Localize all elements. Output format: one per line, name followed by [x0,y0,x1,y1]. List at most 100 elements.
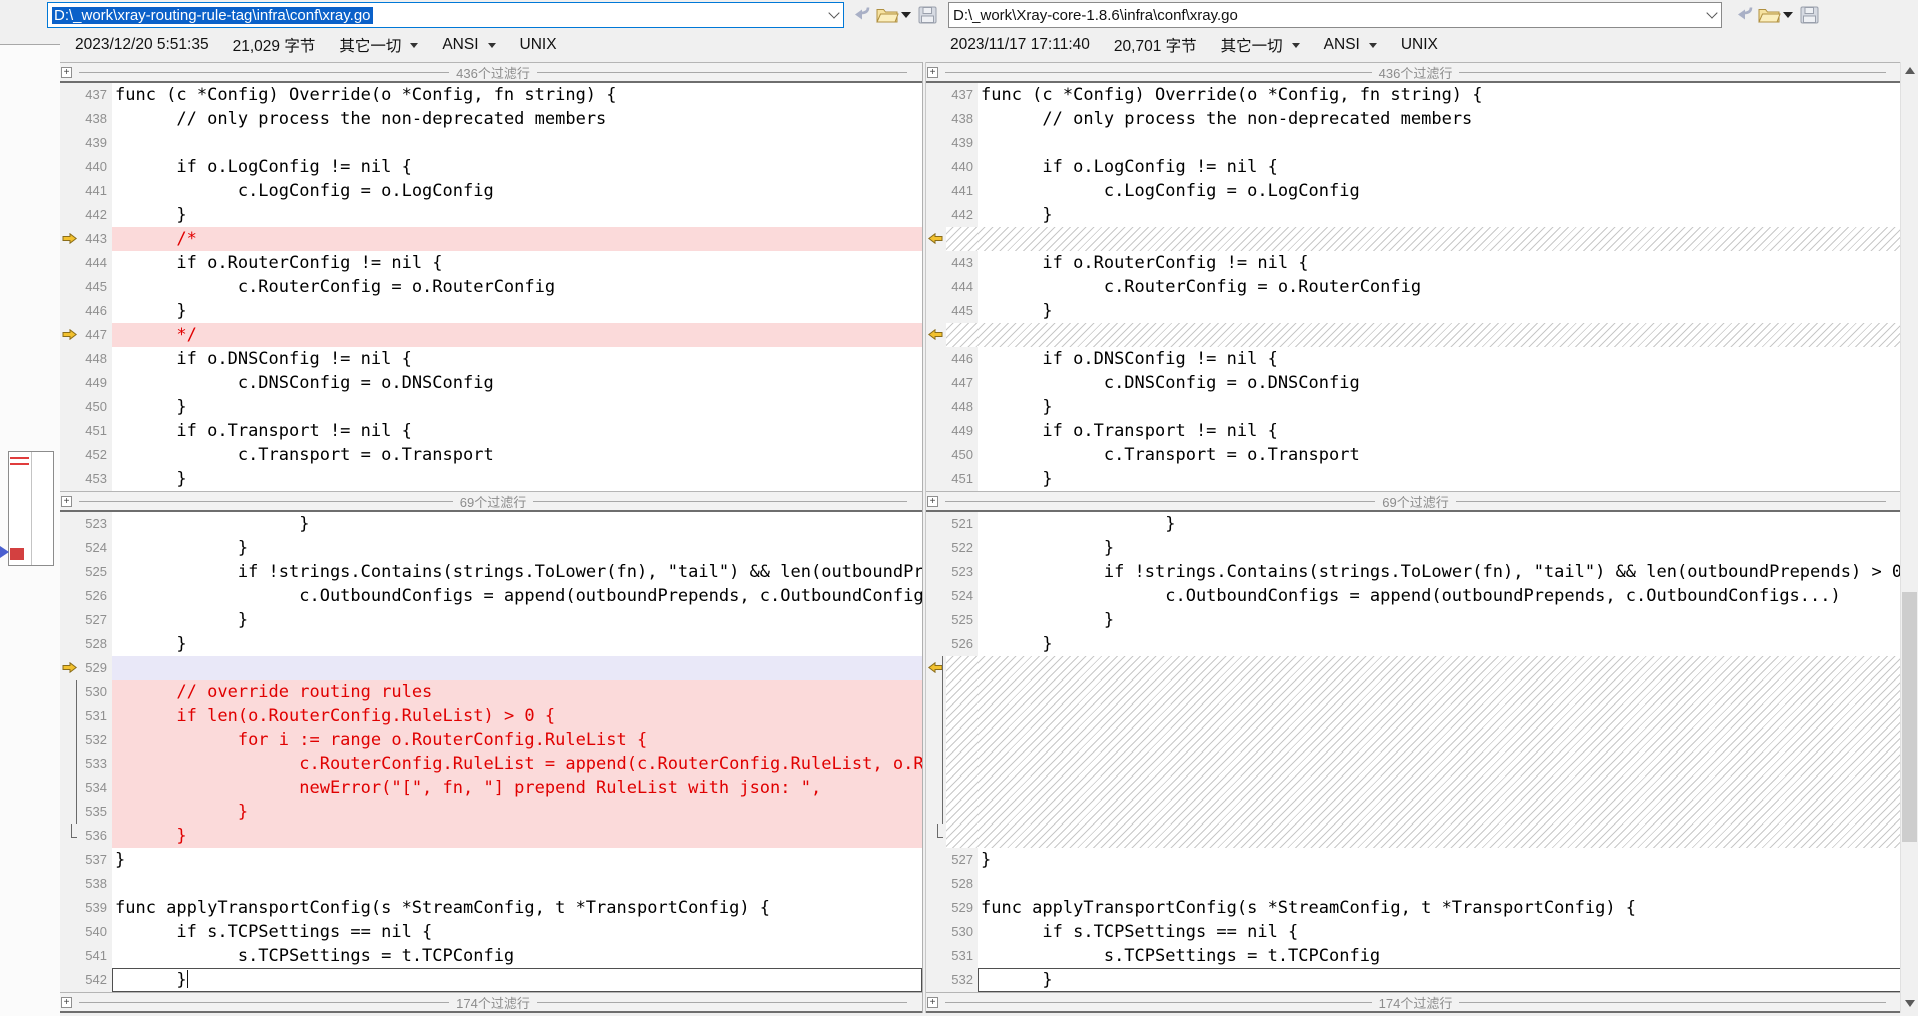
code-row[interactable]: 445 } [926,299,1901,323]
diff-code-row[interactable]: 443 /* [60,227,922,251]
code-row[interactable]: 437func (c *Config) Override(o *Config, … [926,83,1901,107]
browse-folder-button[interactable] [1757,5,1781,25]
diff-code-row[interactable]: 532 } [926,968,1901,992]
code-row[interactable]: 445 c.RouterConfig = o.RouterConfig [60,275,922,299]
code-row[interactable]: 443 if o.RouterConfig != nil { [926,251,1901,275]
filter-dropdown[interactable]: 其它一切 [339,34,418,56]
code-row[interactable]: 437func (c *Config) Override(o *Config, … [60,83,922,107]
code-row[interactable]: 441 c.LogConfig = o.LogConfig [926,179,1901,203]
missing-lines-row[interactable] [926,728,1901,752]
code-row[interactable]: 448 } [926,395,1901,419]
curved-arrow-button[interactable] [850,5,874,25]
missing-lines-row[interactable] [926,323,1901,347]
code-row[interactable]: 440 if o.LogConfig != nil { [60,155,922,179]
diff-code-row[interactable]: 536 } [60,824,922,848]
expand-filtered-lines-button[interactable]: + [61,496,72,507]
code-row[interactable]: 444 if o.RouterConfig != nil { [60,251,922,275]
code-row[interactable]: 528 } [60,632,922,656]
code-row[interactable]: 442 } [60,203,922,227]
missing-lines-row[interactable] [926,776,1901,800]
code-row[interactable]: 522 } [926,536,1901,560]
code-row[interactable]: 450 } [60,395,922,419]
missing-lines-row[interactable] [926,824,1901,848]
missing-lines-row[interactable] [926,800,1901,824]
code-row[interactable]: 526 } [926,632,1901,656]
diff-code-row[interactable]: 530 // override routing rules [60,680,922,704]
file-path-combobox-left[interactable]: D:\_work\xray-routing-rule-tag\infra\con… [47,2,844,28]
code-row[interactable]: 451 } [926,467,1901,491]
code-row[interactable]: 527} [926,848,1901,872]
browse-menu-button[interactable] [899,5,913,25]
browse-folder-button[interactable] [875,5,899,25]
diff-pane-left[interactable]: +436个过滤行437func (c *Config) Override(o *… [60,62,923,1013]
code-row[interactable]: 526 c.OutboundConfigs = append(outboundP… [60,584,922,608]
expand-filtered-lines-button[interactable]: + [927,67,938,78]
file-path-combobox-right[interactable]: D:\_work\Xray-core-1.8.6\infra\conf\xray… [948,2,1722,28]
scroll-up-button[interactable] [1901,62,1918,79]
code-row[interactable]: 438 // only process the non-deprecated m… [60,107,922,131]
filter-dropdown[interactable]: 其它一切 [1221,34,1300,56]
location-pane[interactable] [0,44,60,1016]
vertical-scrollbar[interactable] [1900,62,1918,1013]
missing-lines-row[interactable] [926,680,1901,704]
code-row[interactable]: 441 c.LogConfig = o.LogConfig [60,179,922,203]
diff-code-row[interactable]: 534 newError("[", fn, "] prepend RuleLis… [60,776,922,800]
expand-filtered-lines-button[interactable]: + [927,997,938,1008]
code-row[interactable]: 449 c.DNSConfig = o.DNSConfig [60,371,922,395]
missing-lines-row[interactable] [926,656,1901,680]
diff-code-row[interactable]: 535 } [60,800,922,824]
diff-code-row[interactable]: 531 if len(o.RouterConfig.RuleList) > 0 … [60,704,922,728]
expand-filtered-lines-button[interactable]: + [927,496,938,507]
code-row[interactable]: 537} [60,848,922,872]
code-row[interactable]: 448 if o.DNSConfig != nil { [60,347,922,371]
diff-code-row[interactable]: 533 c.RouterConfig.RuleList = append(c.R… [60,752,922,776]
code-row[interactable]: 449 if o.Transport != nil { [926,419,1901,443]
code-row[interactable]: 453 } [60,467,922,491]
diff-mark[interactable] [10,463,29,465]
code-row[interactable]: 539func applyTransportConfig(s *StreamCo… [60,896,922,920]
missing-lines-row[interactable] [926,704,1901,728]
code-row[interactable]: 530 if s.TCPSettings == nil { [926,920,1901,944]
code-row[interactable]: 541 s.TCPSettings = t.TCPConfig [60,944,922,968]
save-button[interactable] [1797,5,1821,25]
diff-code-row[interactable]: 447 */ [60,323,922,347]
code-row[interactable]: 528 [926,872,1901,896]
expand-filtered-lines-button[interactable]: + [61,67,72,78]
diff-code-row[interactable]: 529 [60,656,922,680]
code-row[interactable]: 438 // only process the non-deprecated m… [926,107,1901,131]
combo-dropdown-button[interactable] [825,3,843,27]
diff-code-row[interactable]: 542 } [60,968,922,992]
code-row[interactable]: 525 if !strings.Contains(strings.ToLower… [60,560,922,584]
diff-code-row[interactable]: 532 for i := range o.RouterConfig.RuleLi… [60,728,922,752]
code-row[interactable]: 446 } [60,299,922,323]
code-row[interactable]: 439 [926,131,1901,155]
missing-lines-row[interactable] [926,227,1901,251]
curved-arrow-button[interactable] [1733,5,1757,25]
code-row[interactable]: 440 if o.LogConfig != nil { [926,155,1901,179]
missing-lines-row[interactable] [926,752,1901,776]
code-row[interactable]: 452 c.Transport = o.Transport [60,443,922,467]
code-row[interactable]: 529func applyTransportConfig(s *StreamCo… [926,896,1901,920]
diff-mark[interactable] [10,457,29,459]
scroll-down-button[interactable] [1901,995,1918,1012]
combo-dropdown-button[interactable] [1703,3,1721,27]
scrollbar-thumb[interactable] [1902,592,1917,842]
diff-mark-current[interactable] [10,548,24,560]
code-row[interactable]: 525 } [926,608,1901,632]
code-row[interactable]: 447 c.DNSConfig = o.DNSConfig [926,371,1901,395]
browse-menu-button[interactable] [1781,5,1795,25]
code-row[interactable]: 527 } [60,608,922,632]
diff-location-map[interactable] [8,451,54,566]
code-row[interactable]: 444 c.RouterConfig = o.RouterConfig [926,275,1901,299]
code-row[interactable]: 450 c.Transport = o.Transport [926,443,1901,467]
code-row[interactable]: 524 c.OutboundConfigs = append(outboundP… [926,584,1901,608]
code-row[interactable]: 538 [60,872,922,896]
code-row[interactable]: 531 s.TCPSettings = t.TCPConfig [926,944,1901,968]
code-row[interactable]: 442 } [926,203,1901,227]
code-row[interactable]: 524 } [60,536,922,560]
code-row[interactable]: 521 } [926,512,1901,536]
code-row[interactable]: 439 [60,131,922,155]
code-row[interactable]: 446 if o.DNSConfig != nil { [926,347,1901,371]
save-button[interactable] [915,5,939,25]
code-row[interactable]: 523 } [60,512,922,536]
